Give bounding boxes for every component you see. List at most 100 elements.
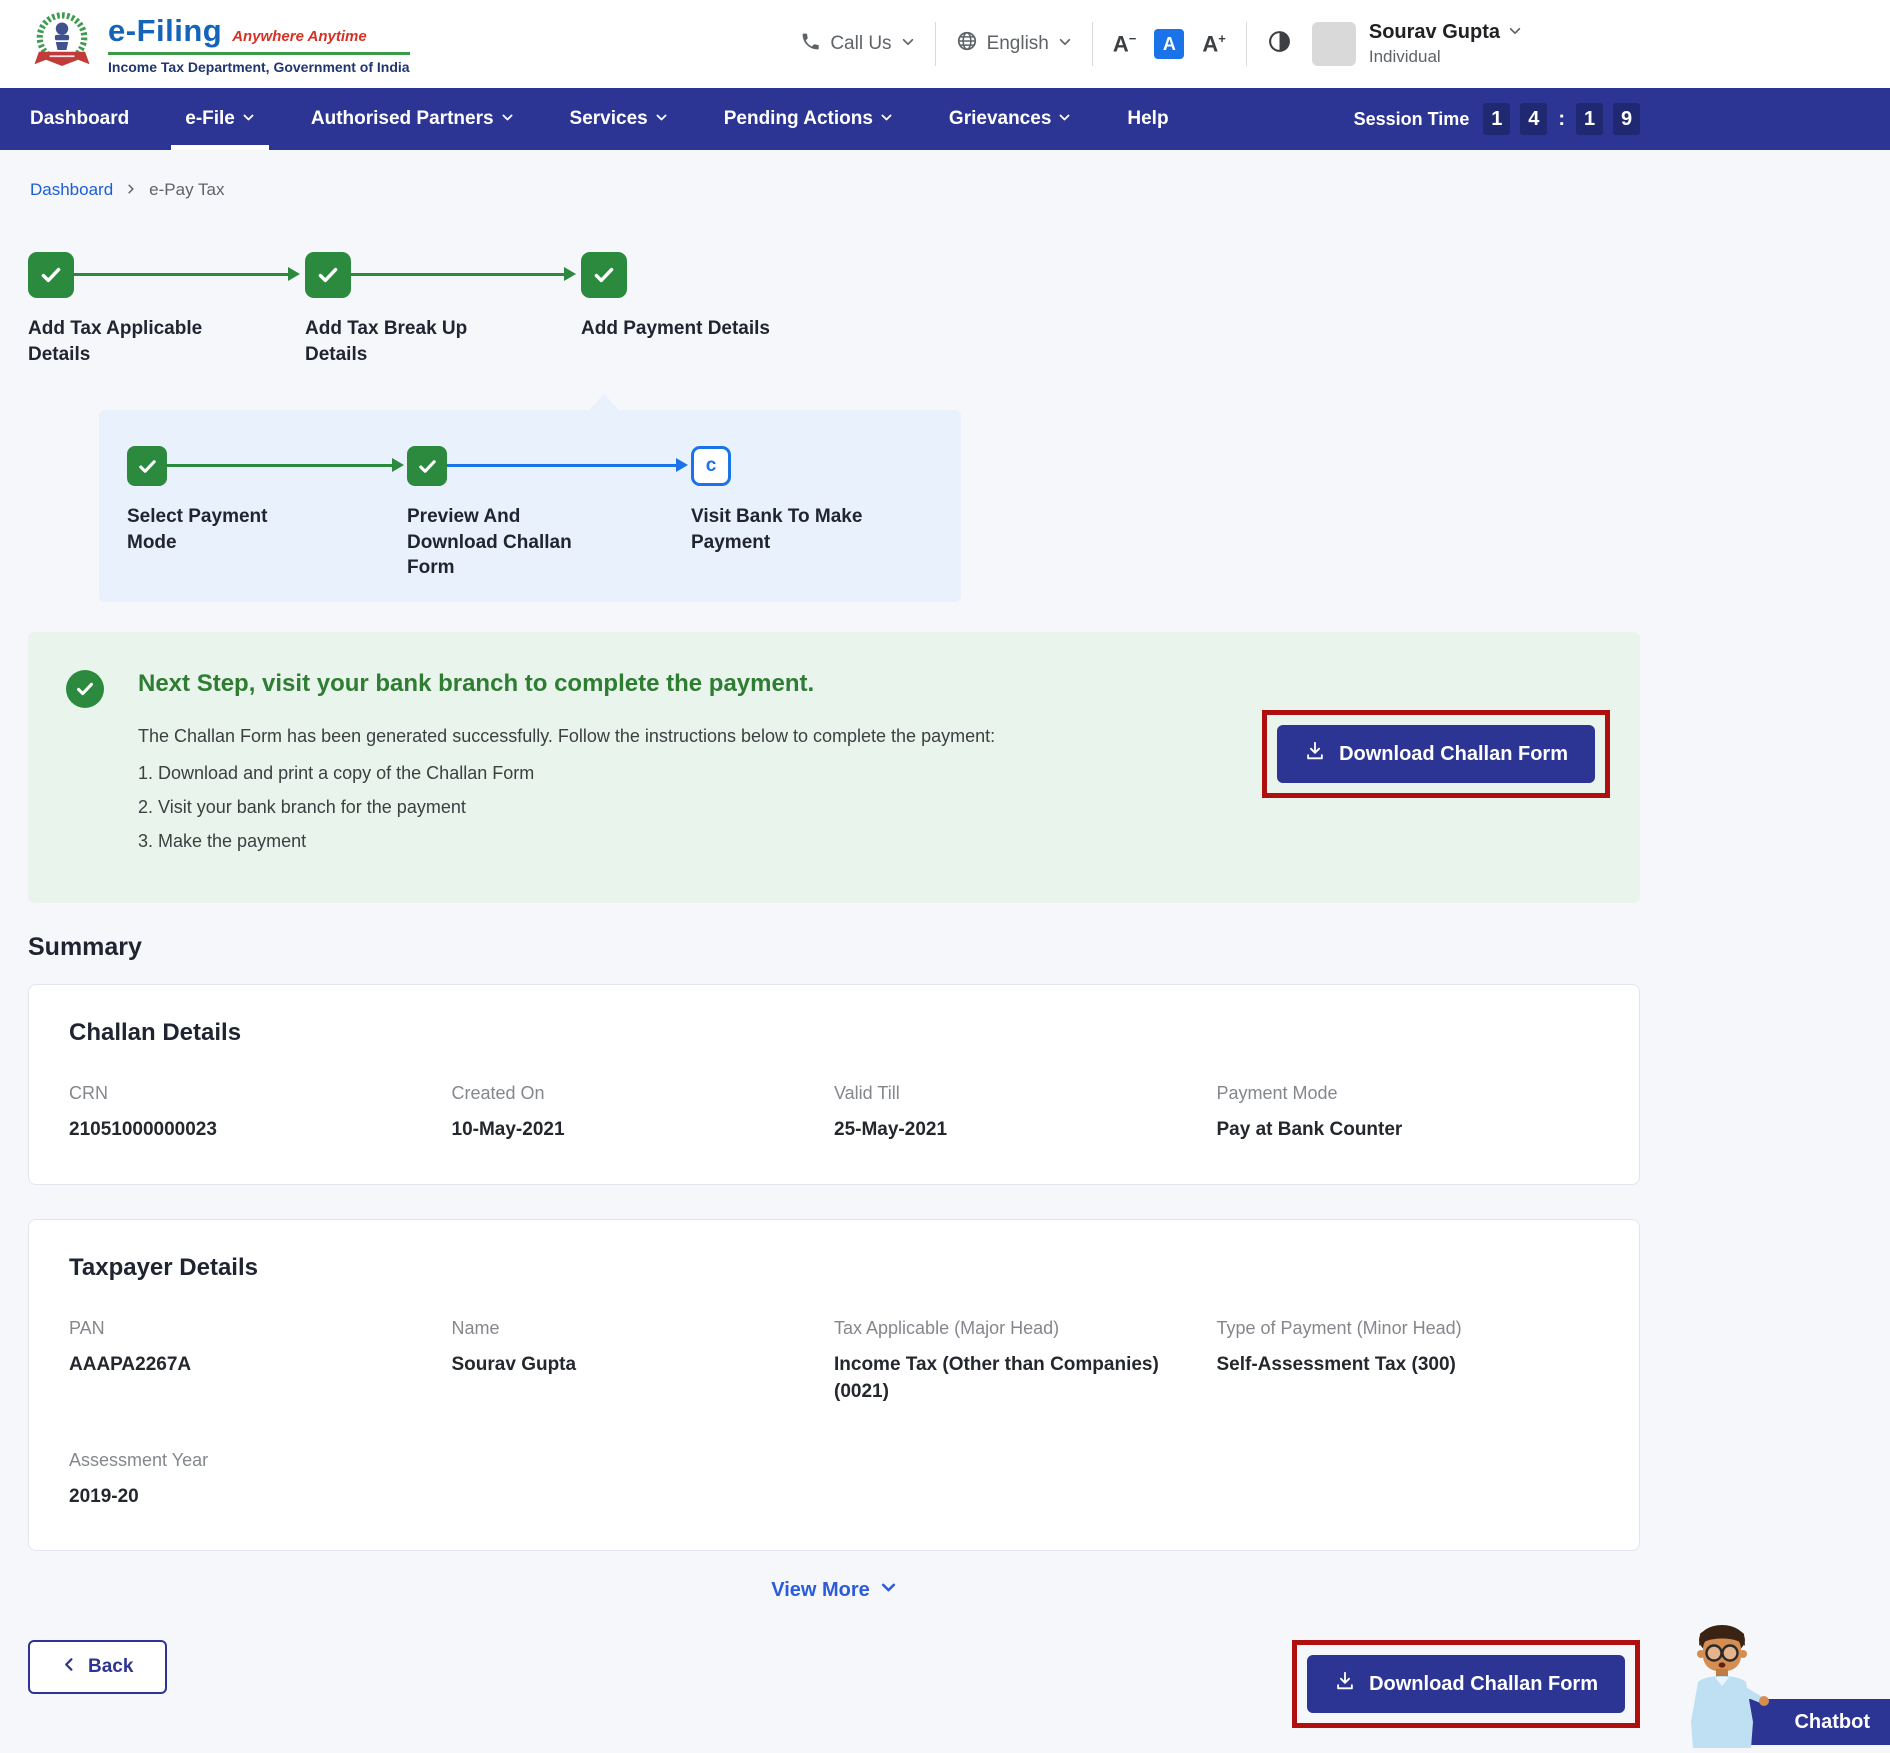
download-icon: [1304, 740, 1326, 768]
step-label-tax-applicable: Add Tax Applicable Details: [28, 316, 224, 367]
phone-icon: [800, 31, 821, 58]
breadcrumb-current: e-Pay Tax: [149, 180, 224, 200]
banner-instruction: 1. Download and print a copy of the Chal…: [138, 763, 1228, 784]
taxpayer-details-title: Taxpayer Details: [69, 1254, 1599, 1282]
download-icon: [1334, 1670, 1356, 1698]
nav-item-grievances[interactable]: Grievances: [949, 88, 1071, 150]
user-name: Sourav Gupta: [1369, 21, 1500, 44]
field-pan: PAN AAAPA2267A: [69, 1318, 452, 1406]
breadcrumb: Dashboard e-Pay Tax: [30, 180, 1890, 200]
nav-item-pending-actions[interactable]: Pending Actions: [724, 88, 893, 150]
download-challan-button-bottom[interactable]: Download Challan Form: [1307, 1655, 1625, 1713]
chevron-down-icon: [1058, 108, 1071, 130]
language-menu[interactable]: English: [956, 30, 1072, 58]
brand-logo: e-Filing Anywhere Anytime Income Tax Dep…: [30, 9, 410, 80]
chevron-down-icon: [501, 108, 514, 130]
brand-tagline: Anywhere Anytime: [232, 28, 366, 45]
step-label-tax-breakup: Add Tax Break Up Details: [305, 316, 501, 367]
user-menu[interactable]: Sourav Gupta Individual: [1312, 21, 1522, 67]
stepper-connector: [351, 273, 565, 276]
field-minor-head: Type of Payment (Minor Head) Self-Assess…: [1217, 1318, 1600, 1406]
session-timer: Session Time 1 4 : 1 9: [1354, 103, 1640, 135]
banner-title: Next Step, visit your bank branch to com…: [138, 670, 1228, 698]
substep-label-select-payment-mode: Select Payment Mode: [127, 504, 287, 555]
chevron-left-icon: [62, 1656, 77, 1678]
call-us-menu[interactable]: Call Us: [800, 31, 914, 58]
nav-item-services[interactable]: Services: [570, 88, 668, 150]
header-divider: [935, 22, 936, 66]
user-role: Individual: [1369, 47, 1522, 67]
nav-item-help[interactable]: Help: [1127, 88, 1168, 150]
chevron-down-icon: [1058, 33, 1072, 55]
nav-item-authorised-partners[interactable]: Authorised Partners: [311, 88, 514, 150]
substep-label-preview-download: Preview And Download Challan Form: [407, 504, 582, 581]
chevron-down-icon: [1508, 21, 1522, 44]
chevron-down-icon: [242, 108, 255, 130]
annotation-highlight-box: Download Challan Form: [1262, 710, 1610, 798]
substep-complete-icon: [127, 446, 167, 486]
chevron-down-icon: [655, 108, 668, 130]
brand-title: e-Filing: [108, 13, 222, 49]
globe-icon: [956, 30, 978, 58]
chevron-down-icon: [880, 108, 893, 130]
view-more-link[interactable]: View More: [28, 1579, 1640, 1602]
field-assessment-year: Assessment Year 2019-20: [69, 1450, 452, 1511]
step-complete-icon: [305, 252, 351, 298]
challan-details-title: Challan Details: [69, 1019, 1599, 1047]
header-divider: [1092, 22, 1093, 66]
header-divider: [1246, 22, 1247, 66]
field-name: Name Sourav Gupta: [452, 1318, 835, 1406]
session-digit: 4: [1520, 103, 1547, 135]
substep-label-visit-bank: Visit Bank To Make Payment: [691, 504, 881, 555]
substepper-connector: [167, 464, 393, 467]
annotation-highlight-box: Download Challan Form: [1292, 1640, 1640, 1728]
step-complete-icon: [28, 252, 74, 298]
brand-subtitle: Income Tax Department, Government of Ind…: [108, 59, 410, 75]
success-check-icon: [66, 670, 104, 708]
summary-heading: Summary: [28, 933, 1640, 962]
font-normal-button[interactable]: A: [1154, 29, 1184, 59]
step-complete-icon: [581, 252, 627, 298]
field-major-head: Tax Applicable (Major Head) Income Tax (…: [834, 1318, 1217, 1406]
session-timer-label: Session Time: [1354, 109, 1470, 130]
chatbot-label: Chatbot: [1794, 1711, 1870, 1734]
language-label: English: [987, 33, 1049, 55]
top-header: e-Filing Anywhere Anytime Income Tax Dep…: [0, 0, 1890, 88]
session-digit: 9: [1613, 103, 1640, 135]
substep-complete-icon: [407, 446, 447, 486]
nav-item-dashboard[interactable]: Dashboard: [30, 88, 129, 150]
stepper-connector: [74, 273, 289, 276]
brand-divider: [108, 52, 410, 55]
field-crn: CRN 21051000000023: [69, 1083, 452, 1144]
banner-intro: The Challan Form has been generated succ…: [138, 726, 1228, 747]
main-nav: Dashboard e-File Authorised Partners Ser…: [0, 88, 1890, 150]
font-decrease-button[interactable]: A−: [1113, 31, 1136, 57]
call-us-label: Call Us: [830, 33, 891, 55]
govt-emblem-icon: [30, 9, 94, 80]
chevron-down-icon: [901, 33, 915, 55]
payment-substepper: c Select Payment Mode Preview And Downlo…: [99, 410, 961, 602]
download-challan-button[interactable]: Download Challan Form: [1277, 725, 1595, 783]
banner-instruction: 3. Make the payment: [138, 831, 1228, 852]
back-button[interactable]: Back: [28, 1640, 167, 1694]
chatbot-avatar[interactable]: [1672, 1624, 1772, 1748]
field-payment-mode: Payment Mode Pay at Bank Counter: [1217, 1083, 1600, 1144]
session-colon: :: [1558, 108, 1565, 131]
contrast-toggle-icon[interactable]: [1267, 29, 1292, 59]
avatar: [1312, 22, 1356, 66]
nav-item-efile[interactable]: e-File: [185, 88, 255, 150]
substep-current-icon: c: [691, 446, 731, 486]
substepper-connector: [447, 464, 677, 467]
taxpayer-details-card: Taxpayer Details PAN AAAPA2267A Name Sou…: [28, 1219, 1640, 1552]
success-banner: Next Step, visit your bank branch to com…: [28, 632, 1640, 903]
chevron-right-icon: [125, 180, 137, 200]
chevron-down-icon: [880, 1579, 897, 1602]
session-digit: 1: [1483, 103, 1510, 135]
session-digit: 1: [1576, 103, 1603, 135]
main-stepper: Add Tax Applicable Details Add Tax Break…: [28, 252, 1640, 392]
font-increase-button[interactable]: A+: [1202, 31, 1225, 57]
field-valid-till: Valid Till 25-May-2021: [834, 1083, 1217, 1144]
breadcrumb-dashboard-link[interactable]: Dashboard: [30, 180, 113, 200]
banner-instruction: 2. Visit your bank branch for the paymen…: [138, 797, 1228, 818]
step-label-payment-details: Add Payment Details: [581, 316, 777, 342]
